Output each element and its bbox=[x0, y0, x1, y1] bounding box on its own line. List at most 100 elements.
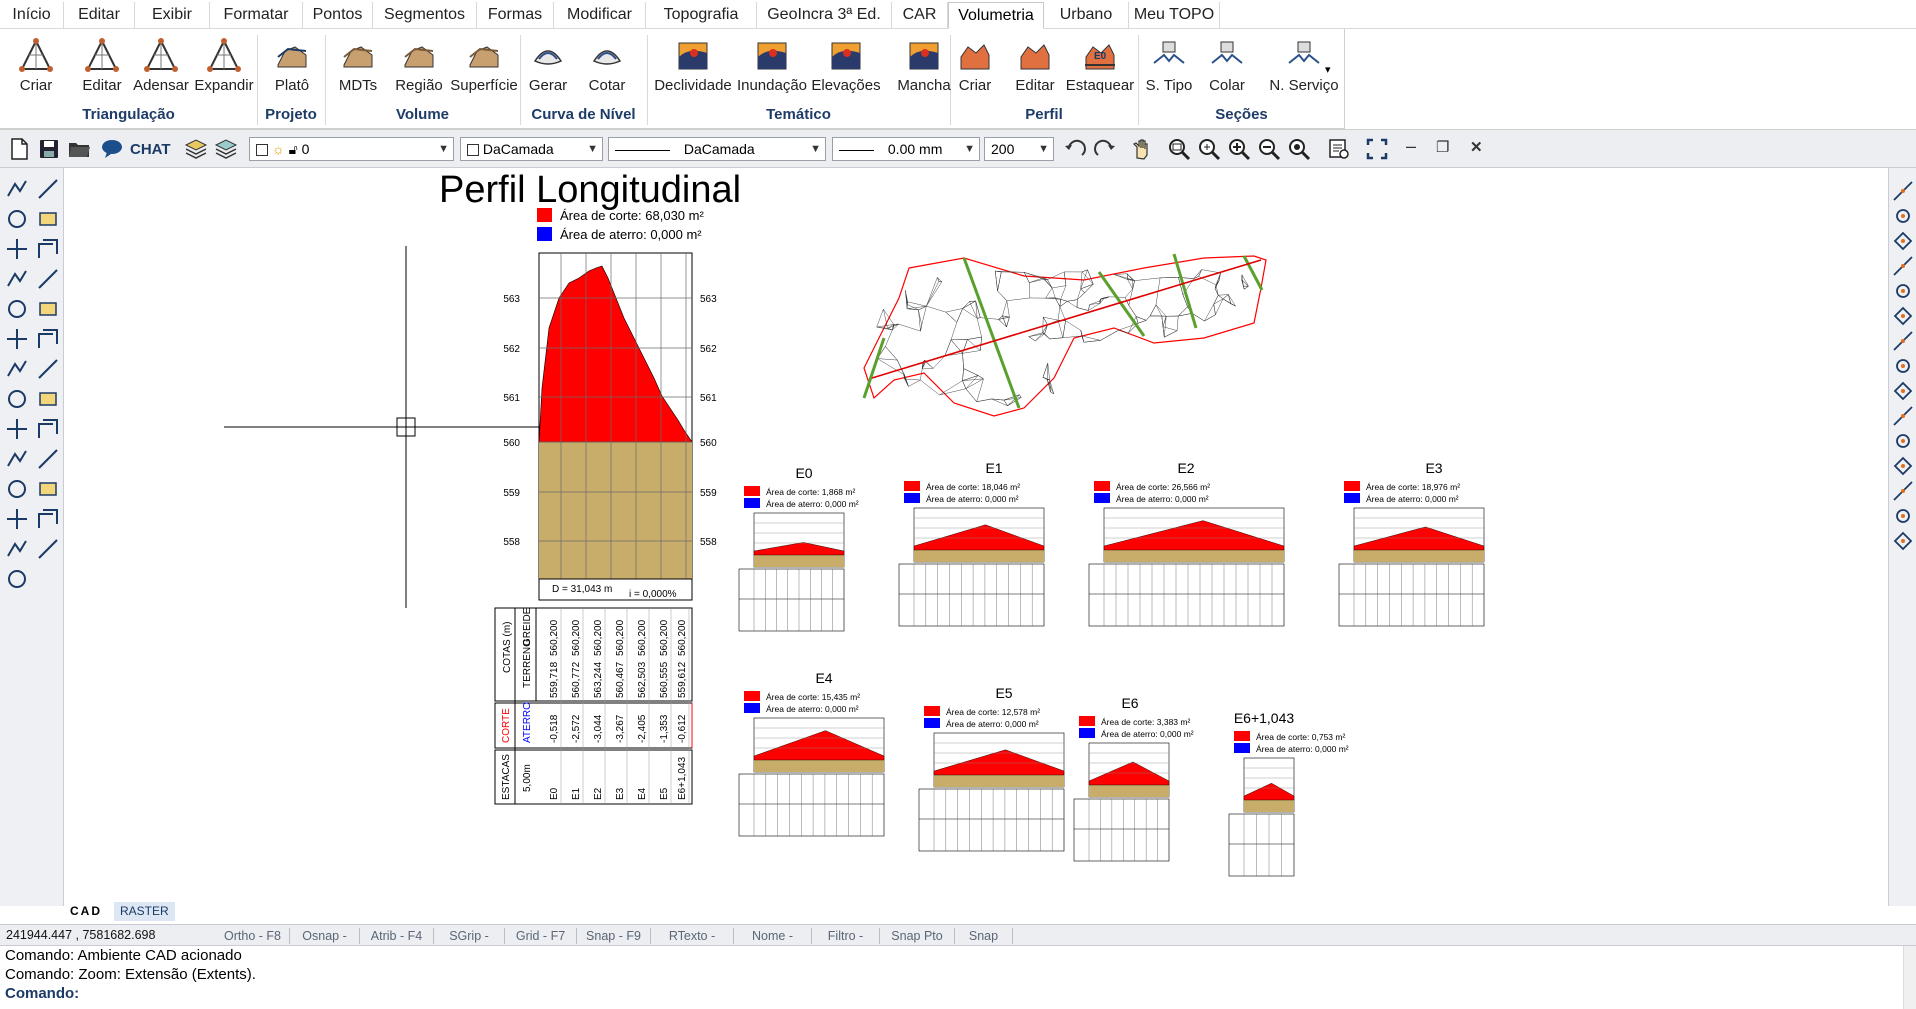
status-toggle-snap[interactable]: Snap - F9 bbox=[577, 928, 651, 944]
ribbon-button-se-es-colar[interactable]: Colar bbox=[1200, 33, 1254, 103]
ribbon-button-curva-de-n-vel-gerar[interactable]: Gerar bbox=[517, 33, 579, 103]
ellipse-icon[interactable] bbox=[35, 326, 61, 352]
arc-icon[interactable] bbox=[35, 206, 61, 232]
status-toggle-snap[interactable]: Snap 3D bbox=[955, 928, 1013, 959]
chat-icon[interactable] bbox=[100, 136, 126, 162]
curve-icon[interactable] bbox=[4, 206, 30, 232]
move-icon[interactable] bbox=[4, 296, 30, 322]
tab-meu-topo[interactable]: Meu TOPO bbox=[1129, 2, 1220, 28]
ribbon-more-icon[interactable]: ▾ bbox=[1325, 63, 1331, 76]
properties-icon[interactable] bbox=[1326, 136, 1352, 162]
snap-insertion-icon[interactable] bbox=[1890, 328, 1916, 354]
layers-icon[interactable] bbox=[183, 136, 209, 162]
minimize-icon[interactable]: – bbox=[1406, 136, 1416, 157]
status-toggle-sgrip[interactable]: SGrip - F5 bbox=[434, 928, 505, 959]
status-toggle-atrib[interactable]: Atrib - F4 bbox=[360, 928, 434, 944]
pan-hand-icon[interactable] bbox=[1129, 136, 1155, 162]
tab-modificar[interactable]: Modificar bbox=[554, 2, 646, 28]
extend-icon[interactable] bbox=[4, 476, 30, 502]
rotate-icon[interactable] bbox=[4, 326, 30, 352]
ribbon-button-projeto-plat-[interactable]: Platô bbox=[264, 33, 320, 103]
scale-icon[interactable] bbox=[4, 416, 30, 442]
snap-intersection-icon[interactable] bbox=[1890, 253, 1916, 279]
layer-manager-icon[interactable] bbox=[213, 136, 239, 162]
raster-tab[interactable]: RASTER bbox=[114, 902, 175, 921]
tab-pontos[interactable]: Pontos bbox=[303, 2, 373, 28]
save-icon[interactable] bbox=[36, 136, 62, 162]
restore-icon[interactable]: ❐ bbox=[1436, 138, 1449, 156]
ribbon-button-perfil-estaquear[interactable]: E0 Estaquear bbox=[1057, 33, 1143, 103]
zoom-extents-icon[interactable] bbox=[1196, 136, 1222, 162]
snap-extension-icon[interactable] bbox=[1890, 303, 1916, 329]
ribbon-button-volume-mdts[interactable]: MDTs bbox=[327, 33, 389, 103]
status-toggle-filtro[interactable]: Filtro - F12 bbox=[812, 928, 880, 959]
ribbon-button-volume-regi-o[interactable]: Região bbox=[388, 33, 450, 103]
scale-select[interactable]: 200 ▼ bbox=[984, 137, 1054, 161]
snap-nearest-icon[interactable] bbox=[1890, 403, 1916, 429]
cad-tab[interactable]: CAD bbox=[70, 904, 102, 918]
tab-formatar[interactable]: Formatar bbox=[210, 2, 303, 28]
zoom-window-icon[interactable] bbox=[1166, 136, 1192, 162]
ribbon-button-se-es-n-servi-o[interactable]: N. Serviço bbox=[1253, 33, 1355, 103]
drawing-canvas[interactable]: Perfil Longitudinal Área de corte: 68,03… bbox=[64, 168, 1888, 902]
linetype-select[interactable]: DaCamada ▼ bbox=[608, 137, 826, 161]
close-icon[interactable]: ✕ bbox=[1470, 138, 1483, 156]
new-file-icon[interactable] bbox=[6, 136, 32, 162]
offset-icon[interactable] bbox=[35, 446, 61, 472]
ribbon-button-tem-tico-eleva-es[interactable]: Elevações bbox=[802, 33, 890, 103]
erase-icon[interactable] bbox=[4, 356, 30, 382]
chat-button[interactable]: CHAT bbox=[130, 141, 171, 158]
command-prompt[interactable]: Comando: bbox=[0, 984, 1916, 1003]
snap-apparent-icon[interactable] bbox=[1890, 278, 1916, 304]
snap-node-icon[interactable] bbox=[1890, 428, 1916, 454]
zoom-in-icon[interactable] bbox=[1226, 136, 1252, 162]
snap-endpoint-icon[interactable] bbox=[1890, 178, 1916, 204]
ribbon-button-triangula-o-criar[interactable]: Criar bbox=[8, 33, 64, 103]
zoom-previous-icon[interactable] bbox=[1286, 136, 1312, 162]
ribbon-button-curva-de-n-vel-cotar[interactable]: Cotar bbox=[577, 33, 637, 103]
text-icon[interactable] bbox=[35, 386, 61, 412]
ribbon-button-triangula-o-editar[interactable]: Editar bbox=[72, 33, 132, 103]
lineweight-select[interactable]: 0.00 mm ▼ bbox=[832, 137, 980, 161]
tab-topografia[interactable]: Topografia bbox=[646, 2, 757, 28]
tag-icon[interactable] bbox=[35, 416, 61, 442]
color-select[interactable]: DaCamada ▼ bbox=[460, 137, 603, 161]
zoom-out-icon[interactable] bbox=[1256, 136, 1282, 162]
polyline-icon[interactable] bbox=[4, 176, 30, 202]
explode-icon[interactable] bbox=[4, 566, 30, 592]
tab-exibir[interactable]: Exibir bbox=[135, 2, 210, 28]
tab-car[interactable]: CAR bbox=[892, 2, 948, 28]
align-text-icon[interactable] bbox=[35, 236, 61, 262]
tab-segmentos[interactable]: Segmentos bbox=[373, 2, 477, 28]
tab-in-cio[interactable]: Início bbox=[0, 2, 64, 28]
snap-parallel-icon[interactable] bbox=[1890, 478, 1916, 504]
status-toggle-ortho[interactable]: Ortho - F8 bbox=[216, 928, 290, 944]
tab-volumetria[interactable]: Volumetria bbox=[948, 2, 1044, 29]
ribbon-button-tem-tico-declividade[interactable]: Declividade bbox=[647, 33, 739, 103]
snap-tangent-icon[interactable] bbox=[1890, 378, 1916, 404]
rectangle-icon[interactable] bbox=[35, 356, 61, 382]
ribbon-button-volume-superf-cie[interactable]: Superfície bbox=[443, 33, 525, 103]
status-toggle-osnap[interactable]: Osnap - F3 bbox=[290, 928, 360, 959]
tab-formas[interactable]: Formas bbox=[477, 2, 554, 28]
break-icon[interactable] bbox=[4, 386, 30, 412]
tab-geoincra-3-ed-[interactable]: GeoIncra 3ª Ed. bbox=[757, 2, 892, 28]
hatch-icon[interactable] bbox=[35, 506, 61, 532]
mirror-icon[interactable] bbox=[35, 476, 61, 502]
tab-urbano[interactable]: Urbano bbox=[1044, 2, 1129, 28]
trim-icon[interactable] bbox=[4, 446, 30, 472]
fullscreen-icon[interactable] bbox=[1364, 136, 1390, 162]
circle-icon[interactable] bbox=[35, 266, 61, 292]
point-icon[interactable] bbox=[4, 236, 30, 262]
command-scrollbar[interactable] bbox=[1903, 946, 1916, 1009]
ribbon-button-triangula-o-expandir[interactable]: Expandir bbox=[186, 33, 262, 103]
snap-perpendicular-icon[interactable] bbox=[1890, 353, 1916, 379]
ribbon-button-se-es-s-tipo[interactable]: S. Tipo bbox=[1137, 33, 1201, 103]
point-osnap-icon[interactable] bbox=[35, 296, 61, 322]
snap-quadrant-icon[interactable] bbox=[1890, 453, 1916, 479]
redo-icon[interactable] bbox=[1092, 136, 1118, 162]
zoom-dynamic-icon[interactable] bbox=[4, 266, 30, 292]
tab-editar[interactable]: Editar bbox=[64, 2, 135, 28]
snap-midpoint-icon[interactable] bbox=[1890, 203, 1916, 229]
status-toggle-rtexto[interactable]: RTexto - F10 bbox=[651, 928, 734, 959]
